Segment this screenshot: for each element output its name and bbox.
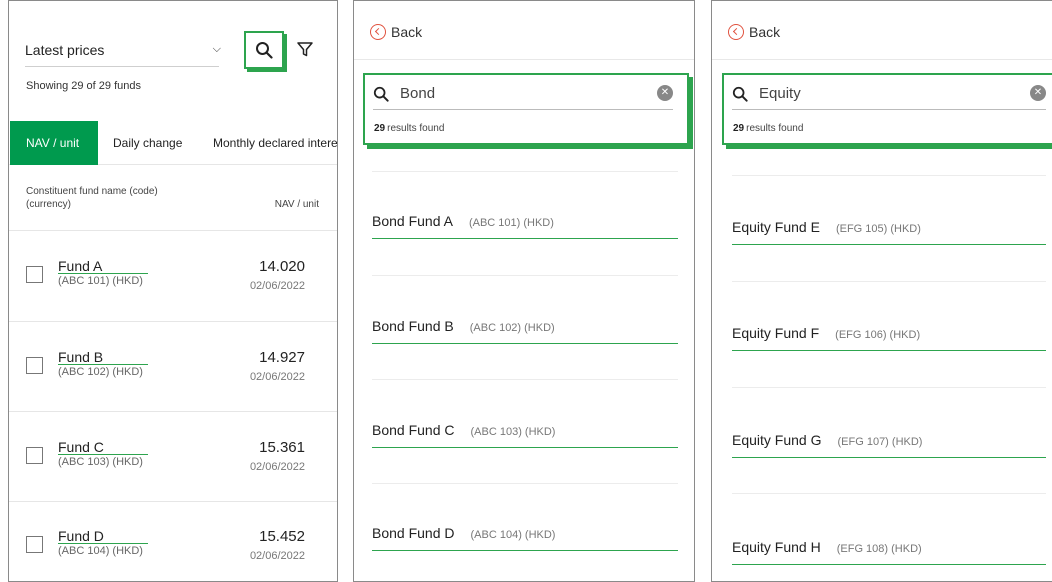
result-name: Bond Fund A [372, 213, 453, 229]
divider [354, 59, 694, 60]
fund-checkbox[interactable] [26, 357, 43, 374]
fund-row: Fund A (ABC 101) (HKD) 14.020 02/06/2022 [9, 231, 337, 321]
fund-code: (ABC 104) (HKD) [58, 543, 148, 557]
fund-code: (ABC 102) (HKD) [58, 364, 148, 378]
back-label: Back [749, 24, 781, 40]
back-circle-icon [728, 24, 744, 40]
result-code: (EFG 105) (HKD) [835, 223, 921, 235]
search-icon [732, 86, 748, 102]
result-name: Equity Fund E [732, 219, 820, 235]
result-item[interactable]: Equity Fund E (EFG 105) (HKD) [732, 219, 1046, 245]
result-code: (EFG 107) (HKD) [837, 436, 923, 448]
result-code: (ABC 101) (HKD) [468, 217, 554, 229]
result-code: (EFG 106) (HKD) [835, 329, 921, 341]
divider [372, 171, 678, 172]
search-icon [373, 86, 389, 102]
result-name: Bond Fund D [372, 525, 455, 541]
divider [732, 493, 1046, 494]
fund-checkbox[interactable] [26, 536, 43, 553]
result-item[interactable]: Bond Fund B (ABC 102) (HKD) [372, 318, 678, 344]
results-count-suffix: results found [387, 123, 445, 134]
column-header-nav: NAV / unit [274, 199, 319, 210]
divider [732, 281, 1046, 282]
result-code: (ABC 103) (HKD) [470, 426, 556, 438]
result-code: (ABC 102) (HKD) [469, 322, 555, 334]
result-name: Equity Fund F [732, 325, 820, 341]
fund-name[interactable]: Fund A [58, 258, 102, 274]
fund-name[interactable]: Fund D [58, 528, 104, 544]
column-header-name: Constituent fund name (code) (currency) [26, 186, 158, 210]
filter-icon [297, 42, 313, 57]
fund-nav: 14.927 [259, 349, 305, 366]
search-underline [373, 109, 673, 110]
results-count-suffix: results found [746, 123, 804, 134]
tab-monthly-declared-interest[interactable]: Monthly declared interest [213, 121, 337, 165]
fund-code: (ABC 103) (HKD) [58, 454, 148, 468]
fund-date: 02/06/2022 [249, 280, 305, 292]
back-button[interactable]: Back [728, 24, 780, 40]
result-item[interactable]: Bond Fund A (ABC 101) (HKD) [372, 213, 678, 239]
filter-button[interactable] [295, 39, 317, 61]
clear-icon[interactable]: ✕ [1030, 85, 1046, 101]
fund-date: 02/06/2022 [249, 550, 305, 562]
search-input[interactable]: Equity [759, 85, 801, 102]
fund-list-panel: Latest prices ⌵ Showing 29 of 29 funds N… [8, 0, 338, 582]
search-underline [732, 109, 1046, 110]
results-count-number: 29 [733, 123, 745, 134]
back-circle-icon [370, 24, 386, 40]
divider [712, 59, 1052, 60]
bond-search-panel: Back Bond ✕ 29 results found Bond Fund A (… [353, 0, 695, 582]
result-item[interactable]: Equity Fund H (EFG 108) (HKD) [732, 539, 1046, 565]
search-box: Bond ✕ 29 results found [363, 73, 689, 145]
showing-count: Showing 29 of 29 funds [26, 80, 141, 92]
clear-icon[interactable]: ✕ [657, 85, 673, 101]
divider [732, 387, 1046, 388]
tab-daily-change[interactable]: Daily change [113, 121, 182, 165]
result-name: Equity Fund G [732, 432, 822, 448]
result-item[interactable]: Equity Fund G (EFG 107) (HKD) [732, 432, 1046, 458]
result-name: Bond Fund B [372, 318, 454, 334]
back-label: Back [391, 24, 423, 40]
results-count: 29 results found [733, 123, 803, 134]
fund-name[interactable]: Fund C [58, 439, 104, 455]
result-name: Equity Fund H [732, 539, 821, 555]
fund-date: 02/06/2022 [249, 461, 305, 473]
results-count-number: 29 [374, 123, 386, 134]
fund-row: Fund B (ABC 102) (HKD) 14.927 02/06/2022 [9, 322, 337, 412]
fund-row: Fund D (ABC 104) (HKD) 15.452 02/06/2022 [9, 501, 337, 581]
fund-row: Fund C (ABC 103) (HKD) 15.361 02/06/2022 [9, 412, 337, 502]
fund-nav: 15.361 [259, 439, 305, 456]
results-count: 29 results found [374, 123, 444, 134]
search-box: Equity ✕ 29 results found [722, 73, 1052, 145]
result-item[interactable]: Bond Fund C (ABC 103) (HKD) [372, 422, 678, 448]
search-input[interactable]: Bond [400, 85, 435, 102]
fund-code: (ABC 101) (HKD) [58, 273, 148, 287]
search-button[interactable] [244, 31, 284, 69]
fund-nav: 15.452 [259, 528, 305, 545]
price-type-dropdown[interactable]: Latest prices ⌵ [25, 37, 221, 67]
result-code: (ABC 104) (HKD) [470, 529, 556, 541]
divider [732, 175, 1046, 176]
dropdown-label: Latest prices [25, 42, 105, 58]
chevron-down-icon: ⌵ [212, 43, 221, 55]
result-item[interactable]: Equity Fund F (EFG 106) (HKD) [732, 325, 1046, 351]
fund-name[interactable]: Fund B [58, 349, 103, 365]
fund-date: 02/06/2022 [249, 371, 305, 383]
fund-checkbox[interactable] [26, 266, 43, 283]
result-code: (EFG 108) (HKD) [836, 543, 922, 555]
divider [372, 275, 678, 276]
divider [372, 483, 678, 484]
fund-checkbox[interactable] [26, 447, 43, 464]
fund-nav: 14.020 [259, 258, 305, 275]
result-name: Bond Fund C [372, 422, 455, 438]
tab-bar: NAV / unit Daily change Monthly declared… [9, 121, 337, 165]
tab-nav-unit[interactable]: NAV / unit [10, 121, 98, 165]
divider [372, 379, 678, 380]
search-icon [256, 42, 273, 59]
back-button[interactable]: Back [370, 24, 422, 40]
result-item[interactable]: Bond Fund D (ABC 104) (HKD) [372, 525, 678, 551]
equity-search-panel: Back Equity ✕ 29 results found Equity Fun… [711, 0, 1052, 582]
